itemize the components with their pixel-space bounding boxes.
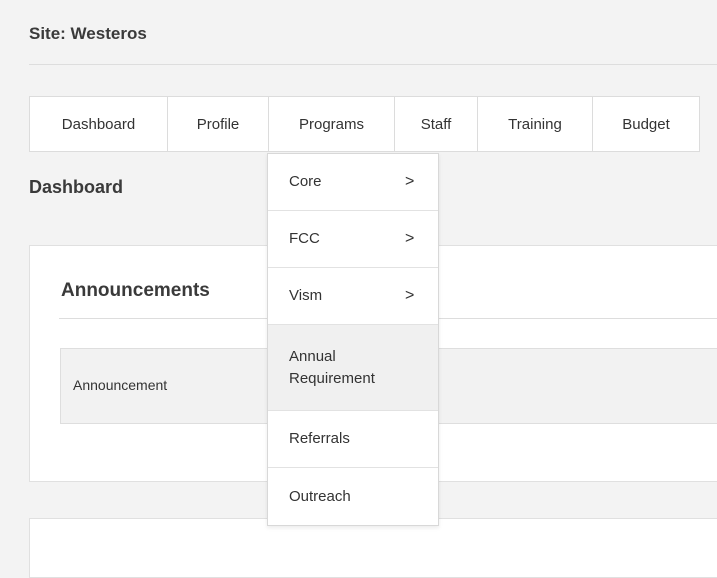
- page-title: Dashboard: [29, 177, 124, 197]
- announcements-title: Announcements: [61, 280, 210, 301]
- tab-staff[interactable]: Staff: [395, 97, 478, 151]
- menu-item-outreach[interactable]: Outreach: [268, 468, 438, 525]
- menu-item-fcc[interactable]: FCC >: [268, 211, 438, 268]
- menu-item-annual-requirement[interactable]: Annual Requirement: [268, 325, 438, 411]
- announcement-column-header: Announcement: [73, 377, 168, 393]
- tab-profile[interactable]: Profile: [168, 97, 269, 151]
- chevron-right-icon: >: [405, 230, 415, 247]
- tab-training[interactable]: Training: [478, 97, 593, 151]
- menu-item-label: Vism: [289, 287, 323, 304]
- menu-item-core[interactable]: Core >: [268, 154, 438, 211]
- site-title: Site: Westeros: [29, 24, 147, 43]
- chevron-right-icon: >: [405, 287, 415, 304]
- tab-budget[interactable]: Budget: [593, 97, 699, 151]
- chevron-right-icon: >: [405, 173, 415, 190]
- menu-item-label: Outreach: [289, 487, 351, 505]
- menu-item-label: Referrals: [289, 430, 350, 447]
- menu-item-label: Core: [289, 173, 322, 190]
- tab-dashboard[interactable]: Dashboard: [30, 97, 168, 151]
- header-divider: [29, 64, 717, 65]
- programs-dropdown-menu: Core > FCC > Vism > Annual Requirement R…: [267, 153, 439, 526]
- secondary-card: [29, 518, 717, 578]
- menu-item-referrals[interactable]: Referrals: [268, 411, 438, 468]
- tab-programs[interactable]: Programs: [269, 97, 395, 151]
- menu-item-label: Annual Requirement: [289, 347, 375, 387]
- menu-item-vism[interactable]: Vism >: [268, 268, 438, 325]
- main-tabbar: Dashboard Profile Programs Staff Trainin…: [29, 96, 700, 152]
- menu-item-label: FCC: [289, 230, 320, 247]
